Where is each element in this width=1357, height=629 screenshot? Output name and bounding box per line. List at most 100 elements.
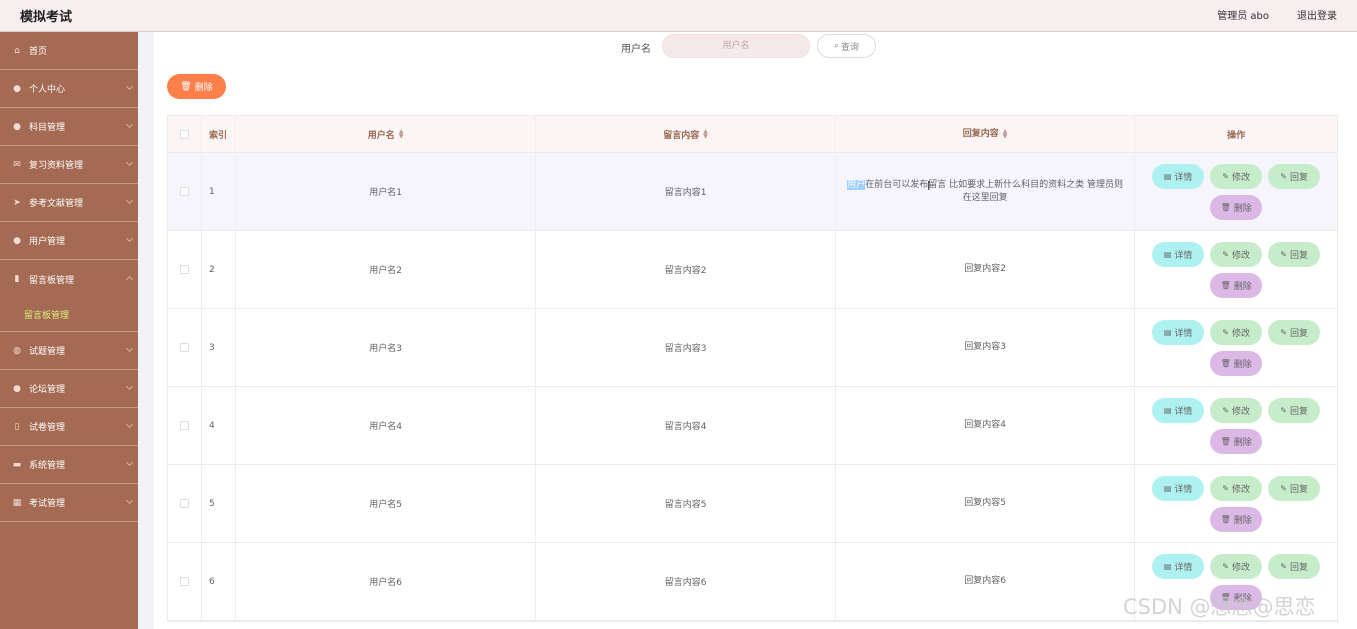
edit-button[interactable]: ✎ 修改	[1210, 475, 1263, 501]
trash-icon: 🗑	[180, 81, 192, 92]
sidebar-item-references[interactable]: ➤ 参考文献管理	[0, 184, 138, 222]
row-checkbox-cell	[168, 465, 202, 542]
table-row: 1 用户名1 留言内容1 用户在前台可以发布留言 比如要求上新什么科目的资料之类…	[168, 153, 1337, 231]
delete-button[interactable]: 🗑 删除	[1210, 506, 1263, 532]
row-index-value: 2	[208, 264, 215, 275]
edit-button[interactable]: ✎ 修改	[1210, 553, 1263, 579]
sidebar-item-review-materials[interactable]: ✉ 复习资料管理	[0, 146, 138, 184]
row-username: 用户名3	[236, 309, 537, 386]
row-reply-text: 回复内容6	[964, 575, 1006, 588]
row-username-value: 用户名2	[369, 266, 402, 276]
search-button[interactable]: ⌕ 查询	[817, 34, 876, 58]
chevron-down-icon	[125, 344, 134, 353]
pencil-icon: ✎	[1222, 249, 1229, 259]
case-icon: ▬	[12, 459, 22, 470]
detail-button[interactable]: ▤ 详情	[1152, 319, 1205, 345]
sidebar-item-label: 试卷管理	[29, 423, 66, 433]
reply-button[interactable]: ✎ 回复	[1268, 163, 1321, 189]
delete-button[interactable]: 🗑 删除	[1210, 428, 1263, 454]
username-search-input[interactable]	[662, 34, 810, 58]
row-checkbox[interactable]	[179, 187, 189, 196]
sort-icon[interactable]: ▲ ▼	[1003, 129, 1008, 140]
sidebar-item-subjects[interactable]: ● 科目管理	[0, 108, 138, 146]
delete-button[interactable]: 🗑 删除	[1210, 194, 1263, 220]
sort-icon[interactable]: ▲ ▼	[703, 129, 708, 140]
sidebar-item-exams[interactable]: ▦ 考试管理	[0, 484, 138, 522]
row-index-value: 4	[208, 420, 215, 431]
top-header: 模拟考试 管理员 abo 退出登录	[0, 0, 1357, 32]
row-actions: ▤ 详情 ✎ 修改 ✎ 回复 🗑 删除	[1135, 231, 1337, 308]
edit-button[interactable]: ✎ 修改	[1210, 397, 1263, 423]
row-actions: ▤ 详情 ✎ 修改 ✎ 回复 🗑 删除	[1135, 153, 1337, 230]
row-reply-value: 回复内容5	[964, 498, 1006, 508]
sidebar-item-system[interactable]: ▬ 系统管理	[0, 446, 138, 484]
edit-button[interactable]: ✎ 修改	[1210, 163, 1263, 189]
sidebar-item-home[interactable]: ⌂ 首页	[0, 32, 138, 70]
detail-button[interactable]: ▤ 详情	[1152, 553, 1205, 579]
row-checkbox-cell	[168, 387, 202, 464]
sidebar-item-profile[interactable]: ● 个人中心	[0, 70, 138, 108]
row-reply-value: 回复内容3	[964, 342, 1006, 352]
reply-button[interactable]: ✎ 回复	[1268, 241, 1321, 267]
row-reply: 回复内容3	[836, 309, 1136, 386]
row-checkbox-cell	[168, 231, 202, 308]
header-username[interactable]: 用户名 ▲ ▼	[236, 116, 537, 152]
row-checkbox[interactable]	[179, 577, 189, 586]
grid-icon: ▦	[12, 497, 22, 508]
header-message[interactable]: 留言内容 ▲ ▼	[536, 116, 836, 152]
row-message: 留言内容6	[536, 543, 836, 620]
sidebar-item-label: 系统管理	[29, 461, 66, 471]
edit-button[interactable]: ✎ 修改	[1210, 241, 1263, 267]
send-icon: ➤	[13, 197, 21, 208]
document-icon: ▤	[1163, 171, 1172, 181]
sidebar-item-label: 参考文献管理	[29, 199, 84, 209]
pencil-icon: ✎	[1280, 327, 1287, 337]
row-checkbox-cell	[168, 543, 202, 620]
col-reply-label: 回复内容	[962, 128, 999, 139]
sort-icon[interactable]: ▲ ▼	[399, 129, 404, 140]
table-row: 5 用户名5 留言内容5 回复内容5 ▤ 详情 ✎ 修改 ✎ 回复 🗑 删除	[168, 465, 1337, 543]
pencil-icon: ✎	[1280, 405, 1287, 415]
col-index-label: 索引	[208, 130, 227, 141]
row-username-value: 用户名5	[369, 500, 402, 510]
sidebar-item-users[interactable]: ● 用户管理	[0, 222, 138, 260]
pencil-icon: ✎	[1280, 171, 1287, 181]
row-message: 留言内容4	[536, 387, 836, 464]
table-body: 1 用户名1 留言内容1 用户在前台可以发布留言 比如要求上新什么科目的资料之类…	[168, 153, 1337, 621]
detail-button[interactable]: ▤ 详情	[1152, 241, 1205, 267]
sidebar-item-forum[interactable]: ● 论坛管理	[0, 370, 138, 408]
pencil-icon: ✎	[1280, 561, 1287, 571]
reply-button[interactable]: ✎ 回复	[1268, 475, 1321, 501]
header-reply[interactable]: 回复内容 ▲ ▼	[836, 116, 1136, 152]
row-checkbox[interactable]	[179, 421, 189, 430]
sidebar-subitem-message-board[interactable]: 留言板管理	[0, 298, 138, 332]
row-checkbox[interactable]	[179, 265, 189, 274]
row-index: 2	[202, 231, 236, 308]
header-index: 索引	[202, 116, 236, 152]
detail-button[interactable]: ▤ 详情	[1152, 397, 1205, 423]
chevron-down-icon	[125, 420, 134, 429]
detail-button[interactable]: ▤ 详情	[1152, 475, 1205, 501]
row-reply-text: 回复内容2	[964, 263, 1006, 276]
sidebar-item-papers[interactable]: ▯ 试卷管理	[0, 408, 138, 446]
row-checkbox[interactable]	[179, 343, 189, 352]
edit-button[interactable]: ✎ 修改	[1210, 319, 1263, 345]
sidebar-item-questions[interactable]: ◍ 试题管理	[0, 332, 138, 370]
reply-button[interactable]: ✎ 回复	[1268, 553, 1321, 579]
row-reply: 回复内容4	[836, 387, 1136, 464]
delete-button[interactable]: 🗑 删除	[1210, 272, 1263, 298]
delete-button[interactable]: 🗑 删除	[1210, 350, 1263, 376]
bulk-delete-button[interactable]: 🗑 删除	[167, 74, 226, 99]
sidebar-item-label: 试题管理	[29, 347, 66, 357]
reply-button[interactable]: ✎ 回复	[1268, 319, 1321, 345]
document-icon: ▤	[1163, 249, 1172, 259]
row-message-value: 留言内容5	[664, 500, 707, 510]
logout-link[interactable]: 退出登录	[1297, 7, 1337, 22]
row-checkbox[interactable]	[179, 499, 189, 508]
row-index: 5	[202, 465, 236, 542]
sidebar-item-message-board[interactable]: ▮ 留言板管理	[0, 260, 138, 298]
detail-button[interactable]: ▤ 详情	[1152, 163, 1205, 189]
select-all-checkbox[interactable]	[179, 129, 189, 139]
reply-button[interactable]: ✎ 回复	[1268, 397, 1321, 423]
row-action-buttons: ▤ 详情 ✎ 修改 ✎ 回复 🗑 删除	[1147, 241, 1325, 298]
